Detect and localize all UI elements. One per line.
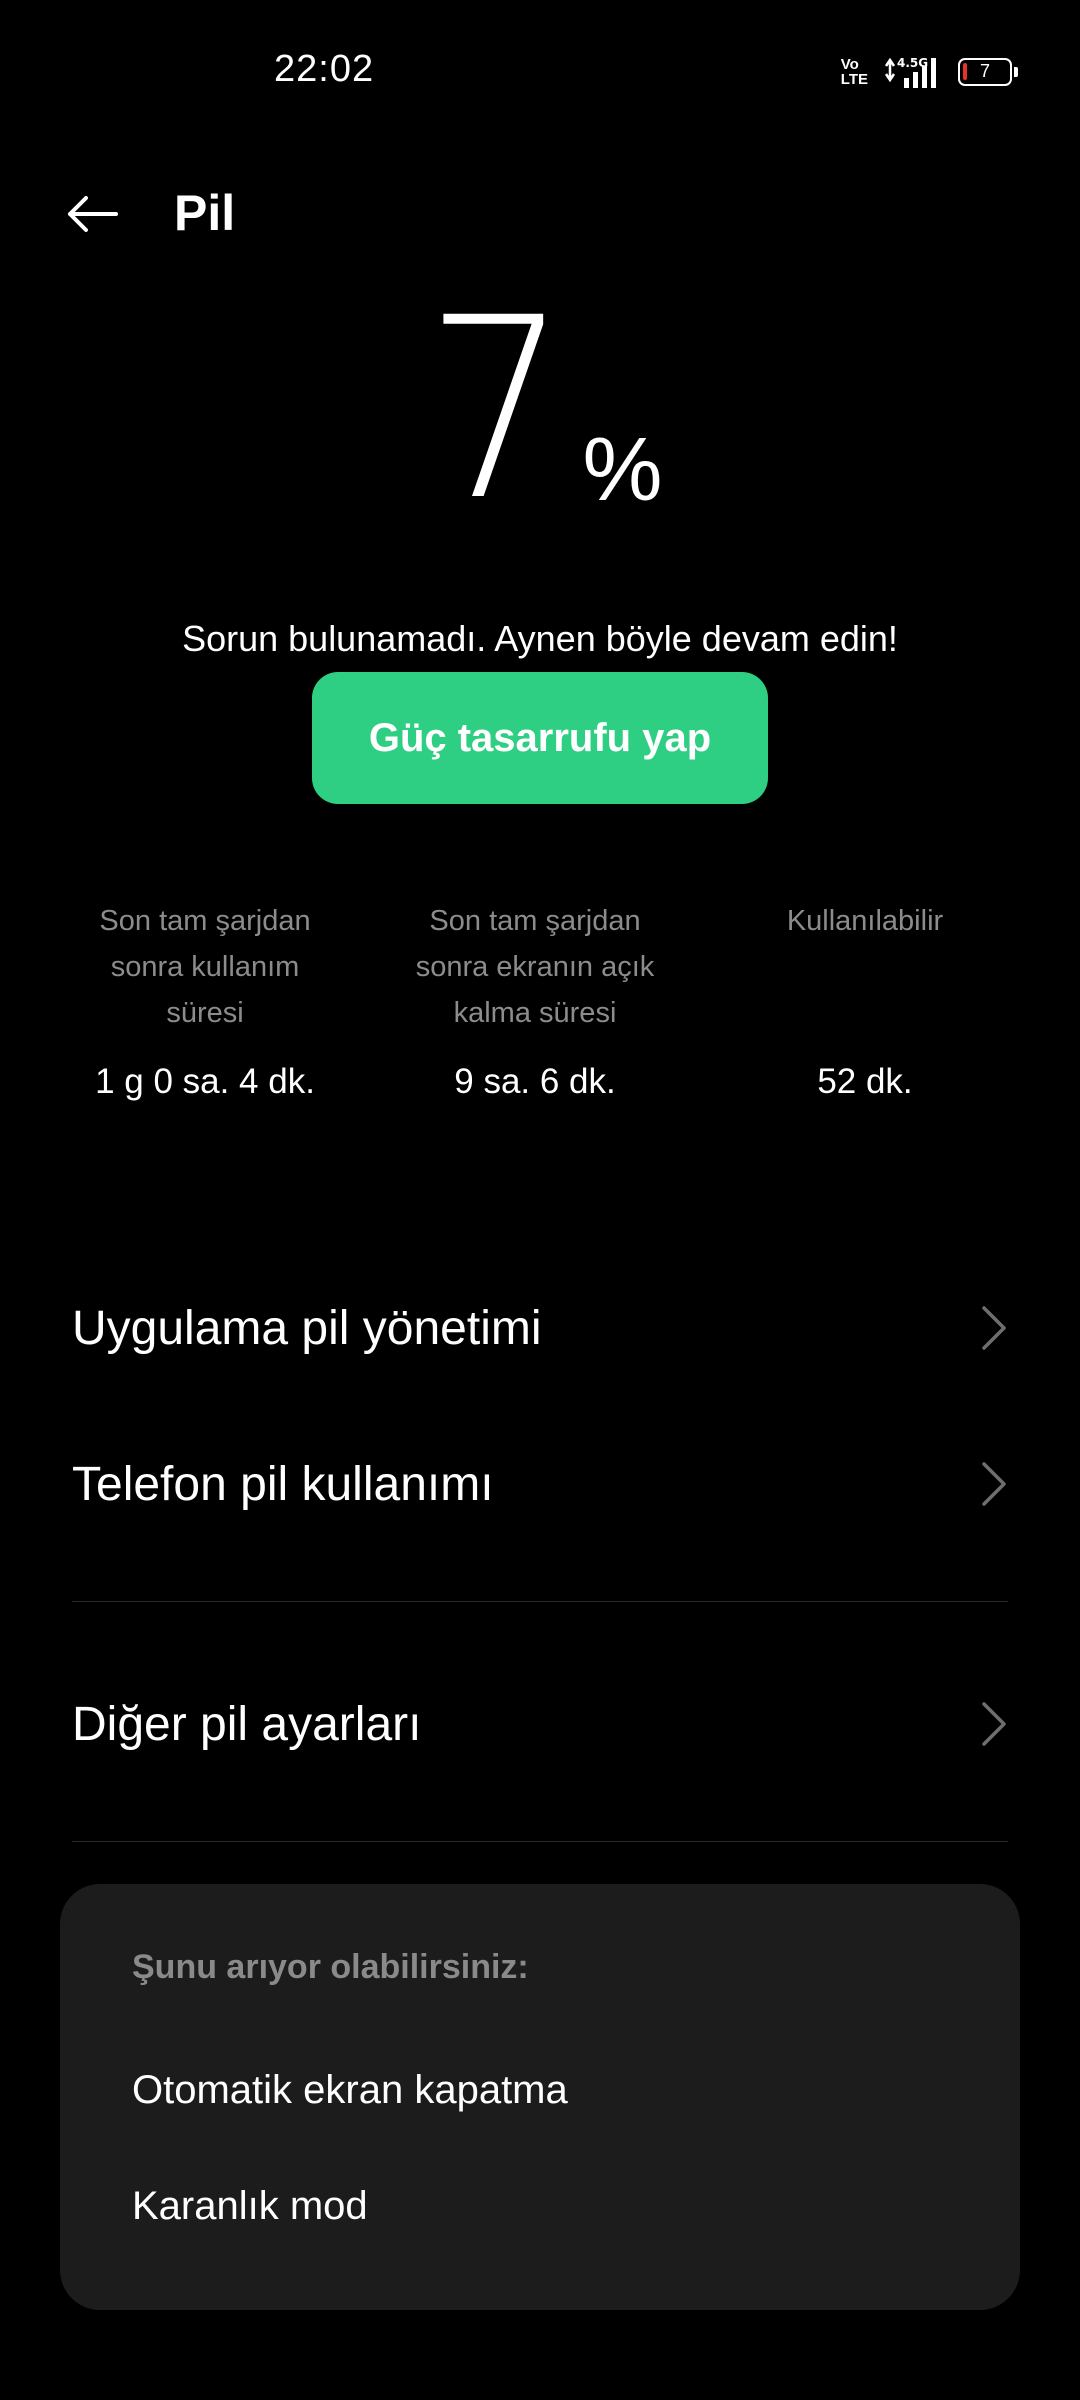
back-arrow-icon (68, 196, 118, 232)
stat-label: Son tam şarjdan sonra ekranın açık kalma… (415, 905, 655, 1029)
menu-item-app-battery-management[interactable]: Uygulama pil yönetimi (72, 1268, 1008, 1388)
page-title: Pil (174, 185, 236, 241)
battery-percent-value: 7 (425, 264, 569, 555)
suggestion-dark-mode[interactable]: Karanlık mod (132, 2184, 368, 2229)
menu-item-label: Diğer pil ayarları (72, 1697, 422, 1751)
chevron-right-icon (978, 1460, 1008, 1508)
suggestions-card: Şunu arıyor olabilirsiniz: Otomatik ekra… (60, 1884, 1020, 2310)
chevron-right-icon (978, 1304, 1008, 1352)
status-time: 22:02 (274, 48, 375, 90)
suggestion-auto-screen-off[interactable]: Otomatik ekran kapatma (132, 2068, 568, 2113)
battery-icon: 7 (958, 58, 1018, 86)
menu-item-phone-battery-usage[interactable]: Telefon pil kullanımı (72, 1424, 1008, 1544)
volte-icon: Vo LTE (840, 56, 868, 88)
stat-screen-on-time: Son tam şarjdan sonra ekranın açık kalma… (370, 898, 700, 1118)
battery-percentage: 7% (0, 264, 1080, 555)
stat-value: 9 sa. 6 dk. (454, 1062, 616, 1101)
signal-icon: 4.5G (884, 56, 936, 88)
status-bar: 22:02 Vo LTE 4.5G 7 (0, 0, 1080, 140)
suggestions-title: Şunu arıyor olabilirsiniz: (132, 1948, 529, 1986)
battery-stats: Son tam şarjdan sonra kullanım süresi 1 … (40, 898, 1040, 1118)
stat-value: 52 dk. (817, 1062, 913, 1101)
header: Pil (0, 170, 1080, 260)
power-saving-button[interactable]: Güç tasarrufu yap (312, 672, 768, 804)
stat-value: 1 g 0 sa. 4 dk. (95, 1062, 315, 1101)
percent-sign: % (582, 420, 663, 520)
chevron-right-icon (978, 1700, 1008, 1748)
stat-remaining: Kullanılabilir 52 dk. (700, 898, 1030, 1118)
menu-item-label: Uygulama pil yönetimi (72, 1301, 542, 1355)
status-icons: Vo LTE 4.5G 7 (840, 52, 1018, 92)
divider (72, 1601, 1008, 1602)
back-button[interactable] (60, 190, 124, 238)
stat-usage-since-charge: Son tam şarjdan sonra kullanım süresi 1 … (40, 898, 370, 1118)
battery-status-message: Sorun bulunamadı. Aynen böyle devam edin… (182, 618, 898, 659)
menu-item-label: Telefon pil kullanımı (72, 1457, 494, 1511)
battery-level-text: 7 (979, 61, 990, 81)
stat-label: Kullanılabilir (786, 905, 944, 937)
stat-label: Son tam şarjdan sonra kullanım süresi (99, 905, 311, 1029)
divider (72, 1841, 1008, 1842)
menu-item-other-battery-settings[interactable]: Diğer pil ayarları (72, 1664, 1008, 1784)
